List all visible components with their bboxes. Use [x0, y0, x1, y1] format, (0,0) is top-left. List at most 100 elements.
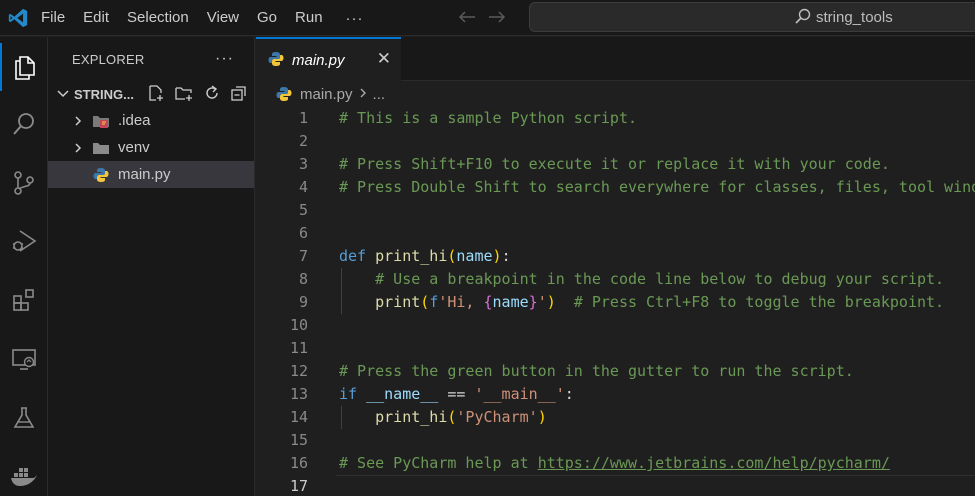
- code-token: # Press Double Shift to search everywher…: [339, 178, 975, 196]
- code-line: 11: [256, 337, 975, 360]
- code-token: # Press Shift+F10 to execute it or repla…: [339, 155, 890, 173]
- source-control-icon[interactable]: [0, 159, 48, 207]
- menu-more-button[interactable]: ···: [332, 10, 374, 27]
- code-line: 16 # See PyCharm help at https://www.jetb…: [256, 452, 975, 475]
- menu-file[interactable]: File: [32, 0, 74, 36]
- idea-folder-icon: [92, 113, 110, 129]
- code-editor[interactable]: 1 # This is a sample Python script. 2 3 # Pr…: [256, 107, 975, 496]
- new-folder-icon[interactable]: [174, 84, 194, 105]
- code-token: print_hi: [375, 247, 448, 265]
- python-file-icon: [268, 51, 284, 70]
- code-token: __name__: [366, 385, 439, 403]
- code-token: def: [339, 247, 376, 265]
- tree-item-main-py[interactable]: main.py: [48, 161, 254, 188]
- activity-bar: [0, 37, 48, 496]
- breadcrumb-file[interactable]: main.py: [300, 86, 353, 103]
- command-center-search[interactable]: string_tools: [529, 2, 975, 32]
- code-token: if: [339, 385, 367, 403]
- code-line: 12 # Press the green button in the gutter…: [256, 360, 975, 383]
- explorer-more-button[interactable]: ···: [215, 50, 234, 68]
- code-token: f: [429, 293, 439, 311]
- line-number: 14: [289, 408, 308, 426]
- search-icon[interactable]: [0, 100, 48, 148]
- code-text: # Press Double Shift to search everywher…: [339, 176, 975, 199]
- chevron-right-icon: [70, 142, 86, 154]
- breadcrumb: main.py ...: [256, 82, 975, 106]
- docker-icon[interactable]: [0, 451, 48, 496]
- vscode-logo-icon: [0, 0, 36, 36]
- menu-run[interactable]: Run: [286, 0, 332, 36]
- navigation-arrows: [458, 0, 506, 36]
- python-file-icon: [276, 86, 292, 102]
- tab-main-py[interactable]: main.py ✕: [256, 37, 401, 81]
- code-link[interactable]: https://www.jetbrains.com/help/pycharm/: [538, 454, 890, 472]
- menu-edit[interactable]: Edit: [74, 0, 118, 36]
- code-token: name: [492, 293, 529, 311]
- menu-selection[interactable]: Selection: [118, 0, 198, 36]
- run-debug-icon[interactable]: [0, 217, 48, 265]
- code-line: 8 # Use a breakpoint in the code line be…: [256, 268, 975, 291]
- collapse-all-icon[interactable]: [230, 84, 248, 105]
- editor-tabs: main.py ✕: [256, 37, 975, 81]
- refresh-icon[interactable]: [203, 84, 221, 105]
- code-line: 6: [256, 222, 975, 245]
- code-line: 9 print(f'Hi, {name}') # Press Ctrl+F8 t…: [256, 291, 975, 314]
- code-text: # Press the green button in the gutter t…: [339, 360, 854, 383]
- tree-item-label: .idea: [118, 112, 151, 129]
- code-token: name: [456, 247, 493, 265]
- code-token: :: [564, 385, 574, 403]
- tree-item-venv[interactable]: venv: [48, 134, 254, 161]
- line-number: 6: [298, 224, 308, 242]
- explorer-icon[interactable]: [0, 43, 48, 91]
- code-line: 4 # Press Double Shift to search everywhe…: [256, 176, 975, 199]
- back-arrow-icon[interactable]: [458, 10, 476, 27]
- forward-arrow-icon[interactable]: [488, 10, 506, 27]
- code-token: ': [537, 293, 547, 311]
- code-token: ): [492, 247, 502, 265]
- tab-label: main.py: [292, 51, 345, 69]
- code-line: 3 # Press Shift+F10 to execute it or repl…: [256, 153, 975, 176]
- code-token: # Press Ctrl+F8 to toggle the breakpoint…: [573, 293, 945, 311]
- extensions-icon[interactable]: [0, 276, 48, 324]
- code-token: ==: [438, 385, 475, 403]
- code-token: :: [501, 247, 511, 265]
- new-file-icon[interactable]: [147, 84, 165, 105]
- line-number: 1: [298, 109, 308, 127]
- code-text: print(f'Hi, {name}') # Press Ctrl+F8 to …: [339, 291, 944, 314]
- menu-view[interactable]: View: [198, 0, 248, 36]
- line-number: 2: [298, 132, 308, 150]
- title-bar: File Edit Selection View Go Run ··· stri…: [0, 0, 975, 36]
- code-token: 'Hi,: [438, 293, 484, 311]
- tree-item-label: venv: [118, 139, 150, 156]
- menu-bar: File Edit Selection View Go Run ···: [32, 0, 374, 36]
- code-token: }: [528, 293, 538, 311]
- explorer-title: EXPLORER: [72, 51, 145, 67]
- code-line: 10: [256, 314, 975, 337]
- line-number: 17: [289, 477, 308, 495]
- chevron-right-icon: [70, 115, 86, 127]
- workspace-folder-row[interactable]: STRING...: [48, 81, 254, 107]
- line-number: 12: [289, 362, 308, 380]
- code-text: # Use a breakpoint in the code line belo…: [339, 268, 944, 291]
- folder-actions: [147, 84, 248, 105]
- tree-item-idea[interactable]: .idea: [48, 107, 254, 134]
- line-number: 13: [289, 385, 308, 403]
- code-line: 1 # This is a sample Python script.: [256, 107, 975, 130]
- testing-icon[interactable]: [0, 394, 48, 442]
- code-token: 'PyCharm': [456, 408, 538, 426]
- code-token: print_hi: [375, 408, 448, 426]
- code-line: 14 print_hi('PyCharm'): [256, 406, 975, 429]
- code-text: # See PyCharm help at https://www.jetbra…: [339, 452, 890, 475]
- line-number: 7: [298, 247, 308, 265]
- code-token: # Use a breakpoint in the code line belo…: [375, 270, 945, 288]
- line-number: 4: [298, 178, 308, 196]
- remote-explorer-icon[interactable]: [0, 335, 48, 383]
- code-text: # This is a sample Python script.: [339, 107, 637, 130]
- close-icon[interactable]: ✕: [377, 49, 391, 69]
- line-number: 8: [298, 270, 308, 288]
- menu-go[interactable]: Go: [248, 0, 286, 36]
- breadcrumb-symbol[interactable]: ...: [373, 86, 386, 103]
